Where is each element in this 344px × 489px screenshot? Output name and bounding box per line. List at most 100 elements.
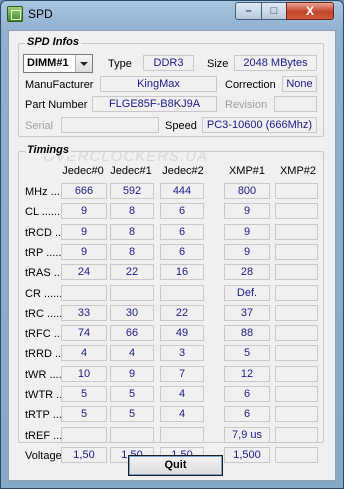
column-header-jedec1: Jedec#1 — [110, 165, 152, 177]
timing-cell — [275, 244, 318, 260]
quit-button[interactable]: Quit — [128, 455, 223, 476]
timing-cell: 5 — [61, 386, 107, 402]
timing-cell: 10 — [61, 366, 107, 382]
manufacturer-label: ManuFacturer — [25, 79, 94, 91]
timing-cell: 5 — [110, 406, 154, 422]
timing-cell: 1,500 — [224, 447, 270, 463]
speed-label: Speed — [165, 120, 197, 132]
timing-cell: 8 — [110, 224, 154, 240]
timing-cell: 8 — [110, 203, 154, 219]
timing-cell: 4 — [61, 345, 107, 361]
serial-value — [61, 117, 159, 133]
timing-cell: 74 — [61, 325, 107, 341]
correction-label: Correction — [225, 79, 276, 91]
timing-row-label: Voltage — [25, 450, 62, 462]
timing-cell: 7,9 us — [224, 427, 270, 443]
timing-cell: 22 — [110, 264, 154, 280]
timing-cell: 6 — [160, 244, 204, 260]
timing-cell — [275, 305, 318, 321]
timing-cell: 592 — [110, 183, 154, 199]
timing-cell: 9 — [224, 224, 270, 240]
timing-cell: Def. — [224, 285, 270, 301]
timing-cell: 6 — [160, 203, 204, 219]
timing-cell — [275, 325, 318, 341]
timing-cell — [275, 366, 318, 382]
timing-cell: 800 — [224, 183, 270, 199]
timing-cell: 444 — [160, 183, 204, 199]
timing-cell: 7 — [160, 366, 204, 382]
speed-value: PC3-10600 (666Mhz) — [202, 117, 317, 133]
timing-cell: 9 — [61, 244, 107, 260]
timing-cell: 66 — [110, 325, 154, 341]
window-title: SPD — [28, 7, 53, 21]
size-label: Size — [207, 58, 229, 70]
timing-cell: 8 — [110, 244, 154, 260]
timing-cell: 666 — [61, 183, 107, 199]
dimm-select-value: DIMM#1 — [27, 57, 69, 69]
close-button[interactable]: X — [286, 2, 334, 20]
timing-cell: 1,50 — [61, 447, 107, 463]
revision-value — [274, 96, 317, 112]
column-header-xmp1: XMP#1 — [228, 165, 266, 177]
timing-cell: 9 — [61, 224, 107, 240]
timing-cell — [110, 427, 154, 443]
timing-cell: 4 — [110, 345, 154, 361]
app-icon — [7, 6, 23, 22]
timing-cell — [275, 406, 318, 422]
timing-cell: 6 — [160, 224, 204, 240]
timing-cell — [160, 285, 204, 301]
part-number-value: FLGE85F-B8KJ9A — [92, 96, 217, 112]
title-bar[interactable]: SPD – □ X — [1, 1, 343, 27]
timing-cell: 33 — [61, 305, 107, 321]
timing-cell — [275, 285, 318, 301]
timing-cell: 9 — [61, 203, 107, 219]
spd-infos-title: SPD Infos — [25, 36, 81, 48]
timing-cell: 22 — [160, 305, 204, 321]
timing-cell: 88 — [224, 325, 270, 341]
timing-cell: 9 — [224, 244, 270, 260]
timing-cell: 9 — [224, 203, 270, 219]
timing-cell: 6 — [224, 406, 270, 422]
client-area: OVERCLOCKERS.UA SPD Infos DIMM#1 Type DD… — [8, 30, 336, 481]
timing-cell — [275, 386, 318, 402]
timing-cell — [61, 285, 107, 301]
spd-window: SPD – □ X OVERCLOCKERS.UA SPD Infos DIMM… — [0, 0, 344, 489]
column-header-jedec0: Jedec#0 — [62, 165, 104, 177]
timing-cell: 12 — [224, 366, 270, 382]
type-value: DDR3 — [143, 55, 194, 71]
maximize-button[interactable]: □ — [261, 2, 287, 20]
dimm-select[interactable]: DIMM#1 — [23, 54, 93, 73]
size-value: 2048 MBytes — [234, 55, 317, 71]
timing-cell: 37 — [224, 305, 270, 321]
type-label: Type — [108, 58, 132, 70]
timing-cell — [275, 345, 318, 361]
correction-value: None — [282, 76, 317, 92]
timing-cell: 49 — [160, 325, 204, 341]
timing-cell — [61, 427, 107, 443]
timing-cell: 4 — [160, 406, 204, 422]
serial-label: Serial — [25, 120, 54, 132]
timing-cell: 5 — [224, 345, 270, 361]
chevron-down-icon[interactable] — [75, 55, 92, 72]
column-header-xmp2: XMP#2 — [279, 165, 317, 177]
timing-cell: 5 — [110, 386, 154, 402]
timing-cell: 9 — [110, 366, 154, 382]
timings-title: Timings — [25, 144, 71, 156]
timing-cell — [275, 183, 318, 199]
timing-cell: 3 — [160, 345, 204, 361]
timing-cell — [275, 264, 318, 280]
timing-cell — [160, 427, 204, 443]
timing-cell: 6 — [224, 386, 270, 402]
minimize-button[interactable]: – — [235, 2, 262, 20]
timing-cell: 5 — [61, 406, 107, 422]
timing-cell — [275, 427, 318, 443]
timing-cell: 28 — [224, 264, 270, 280]
part-number-label: Part Number — [25, 99, 88, 111]
timing-cell — [275, 224, 318, 240]
timing-cell — [110, 285, 154, 301]
timing-cell: 16 — [160, 264, 204, 280]
timing-cell: 4 — [160, 386, 204, 402]
timing-cell: 24 — [61, 264, 107, 280]
column-header-jedec2: Jedec#2 — [162, 165, 204, 177]
timing-cell — [275, 447, 318, 463]
